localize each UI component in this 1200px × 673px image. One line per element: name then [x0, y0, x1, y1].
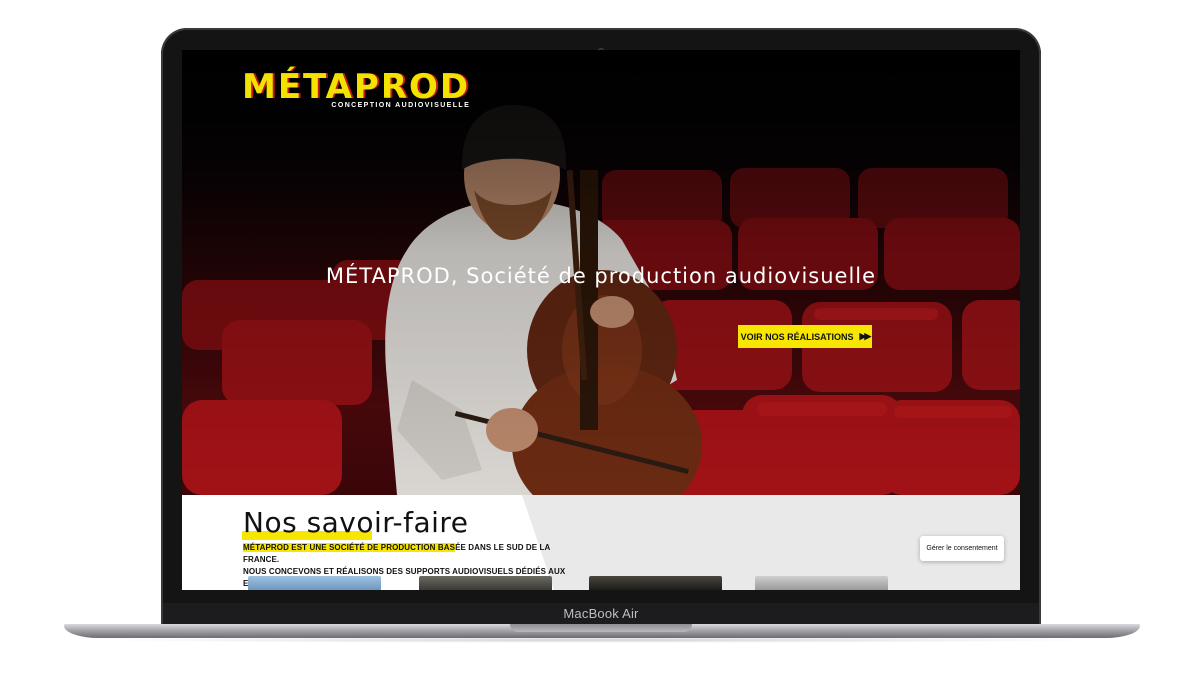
- consent-button[interactable]: Gérer le consentement: [920, 536, 1004, 561]
- device-brand-label: MacBook Air: [563, 606, 639, 621]
- project-thumbnails: [182, 576, 1020, 590]
- view-projects-button[interactable]: VOIR NOS RÉALISATIONS ▶▶: [738, 325, 872, 348]
- project-thumbnail[interactable]: [589, 576, 722, 590]
- project-thumbnail[interactable]: [755, 576, 888, 590]
- hero-headline: MÉTAPROD, Société de production audiovis…: [325, 264, 877, 288]
- description-highlight: MÉTAPROD EST UNE SOCIÉTÉ DE PRODUCTION B…: [243, 543, 456, 552]
- site-logo[interactable]: MÉTAPROD CONCEPTION AUDIOVISUELLE: [242, 68, 470, 109]
- project-thumbnail[interactable]: [419, 576, 552, 590]
- expertise-section: Nos savoir-faire MÉTAPROD EST UNE SOCIÉT…: [182, 495, 1020, 590]
- fast-forward-icon: ▶▶: [859, 331, 872, 341]
- laptop-shadow: [90, 637, 1110, 643]
- hero-banner: MÉTAPROD CONCEPTION AUDIOVISUELLE MÉTAPR…: [182, 50, 1020, 495]
- laptop-screen: MÉTAPROD CONCEPTION AUDIOVISUELLE MÉTAPR…: [182, 50, 1020, 590]
- logo-wordmark: MÉTAPROD: [242, 67, 471, 107]
- project-thumbnail[interactable]: [248, 576, 381, 590]
- laptop-hinge-notch: [510, 624, 692, 632]
- section-title: Nos savoir-faire: [243, 506, 469, 539]
- view-projects-label: VOIR NOS RÉALISATIONS: [740, 331, 854, 342]
